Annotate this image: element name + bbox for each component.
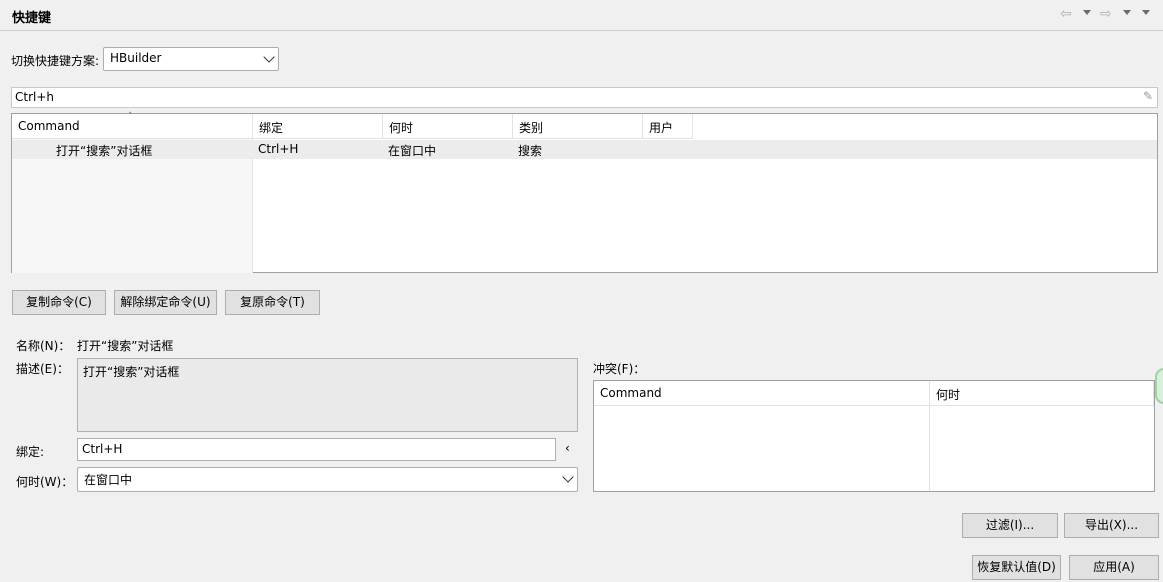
conflict-column-when[interactable]: 何时 bbox=[930, 381, 1154, 406]
binding-label: 绑定: bbox=[16, 445, 45, 459]
description-field: 打开“搜索”对话框 bbox=[77, 358, 578, 432]
scheme-label: 切换快捷键方案: bbox=[11, 54, 100, 68]
command-tree-column bbox=[12, 139, 253, 273]
forward-arrow-icon[interactable]: ⇨ bbox=[1100, 6, 1112, 22]
unbind-command-button[interactable]: 解除绑定命令(U) bbox=[114, 290, 217, 315]
name-label: 名称(N)： bbox=[16, 339, 71, 353]
binding-input[interactable]: Ctrl+H bbox=[77, 438, 556, 461]
scheme-select-value: HBuilder bbox=[110, 51, 162, 65]
clear-filter-icon[interactable]: ✎ bbox=[1143, 89, 1153, 103]
back-dropdown-icon[interactable] bbox=[1083, 10, 1091, 15]
table-row[interactable]: 打开“搜索”对话框 Ctrl+H 在窗口中 搜索 bbox=[12, 140, 1157, 159]
description-label: 描述(E)： bbox=[16, 362, 69, 376]
when-select-value: 在窗口中 bbox=[84, 473, 133, 487]
column-header-binding[interactable]: 绑定 bbox=[253, 114, 383, 139]
column-divider bbox=[929, 406, 930, 491]
commands-table: Command ˆ 绑定 何时 类别 用户 打开“搜索”对话框 Ctrl+H 在… bbox=[11, 112, 1158, 273]
row-command: 打开“搜索”对话框 bbox=[56, 144, 153, 158]
chevron-down-icon bbox=[562, 471, 574, 483]
copy-command-button[interactable]: 复制命令(C) bbox=[12, 290, 106, 315]
forward-dropdown-icon[interactable] bbox=[1123, 10, 1131, 15]
row-when: 在窗口中 bbox=[388, 144, 437, 158]
view-menu-icon[interactable] bbox=[1142, 10, 1150, 15]
restore-command-button[interactable]: 复原命令(T) bbox=[225, 290, 320, 315]
name-value: 打开“搜索”对话框 bbox=[77, 339, 174, 353]
row-binding: Ctrl+H bbox=[258, 142, 299, 156]
filter-input[interactable]: Ctrl+h bbox=[11, 87, 1158, 108]
when-select[interactable]: 在窗口中 bbox=[77, 467, 578, 492]
description-value: 打开“搜索”对话框 bbox=[83, 365, 180, 379]
column-header-command[interactable]: Command ˆ bbox=[12, 112, 253, 139]
conflict-column-command[interactable]: Command bbox=[594, 381, 930, 406]
side-helper-widget[interactable] bbox=[1155, 368, 1163, 404]
apply-button[interactable]: 应用(A) bbox=[1069, 555, 1159, 580]
column-header-category[interactable]: 类别 bbox=[513, 114, 643, 139]
title-bar bbox=[0, 0, 1163, 31]
binding-input-value: Ctrl+H bbox=[82, 442, 123, 456]
filter-button[interactable]: 过滤(I)... bbox=[962, 513, 1058, 538]
row-category: 搜索 bbox=[518, 144, 543, 158]
conflicts-table: Command 何时 bbox=[593, 380, 1155, 492]
column-header-when[interactable]: 何时 bbox=[383, 114, 513, 139]
export-button[interactable]: 导出(X)... bbox=[1064, 513, 1159, 538]
column-header-user[interactable]: 用户 bbox=[643, 114, 693, 139]
sort-ascending-icon: ˆ bbox=[128, 112, 133, 122]
binding-menu-icon[interactable]: ‹ bbox=[565, 441, 570, 455]
restore-defaults-button[interactable]: 恢复默认值(D) bbox=[972, 555, 1061, 580]
chevron-down-icon bbox=[263, 51, 275, 63]
back-arrow-icon[interactable]: ⇦ bbox=[1060, 6, 1072, 22]
when-label: 何时(W)： bbox=[16, 475, 74, 489]
page-title: 快捷键 bbox=[12, 11, 52, 26]
filter-input-value: Ctrl+h bbox=[15, 90, 55, 104]
conflicts-label: 冲突(F)： bbox=[593, 362, 646, 376]
scheme-select[interactable]: HBuilder bbox=[103, 47, 279, 71]
